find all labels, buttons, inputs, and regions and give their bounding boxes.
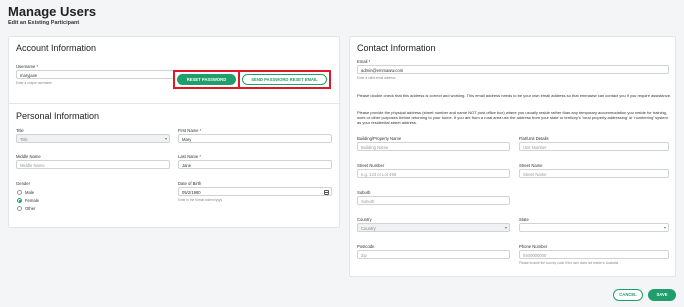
reset-password-button[interactable]: RESET PASSWORD xyxy=(177,74,236,85)
gender-option-label: Male xyxy=(25,190,35,195)
street-name-field[interactable]: Street Name xyxy=(519,169,669,178)
last-name-field[interactable]: Jane xyxy=(178,160,332,169)
gender-option-female[interactable]: Female xyxy=(17,198,39,203)
phone-hint: Please include the country code if the u… xyxy=(519,261,619,265)
address-notice-text: Please provide the physical address (str… xyxy=(357,110,668,126)
dob-hint: Enter in the format dd/mm/yyyy xyxy=(178,198,223,202)
title-select-value: Title xyxy=(20,137,28,142)
country-label: Country xyxy=(357,217,372,222)
dob-value: 05/2/1980 xyxy=(182,190,201,195)
state-select[interactable]: ▾ xyxy=(519,223,669,232)
street-number-field[interactable]: e.g. 123 or Lot 456 xyxy=(357,169,510,178)
gender-option-other[interactable]: Other xyxy=(17,206,35,211)
first-name-label: First Name * xyxy=(178,128,202,133)
contact-info-heading: Contact Information xyxy=(357,43,436,53)
country-select-value: Country xyxy=(361,226,376,231)
calendar-icon[interactable] xyxy=(324,189,329,195)
email-label: Email * xyxy=(357,59,371,64)
dob-label: Date of Birth xyxy=(178,181,202,186)
email-field[interactable]: admin@emmaww.com xyxy=(357,65,669,74)
title-select[interactable]: Title ▾ xyxy=(16,134,170,143)
flat-field[interactable]: Unit Number xyxy=(519,142,669,151)
middle-name-label: Middle Name xyxy=(16,154,41,159)
dob-field[interactable]: 05/2/1980 xyxy=(178,187,332,196)
page-subtitle: Edit an Existing Participant xyxy=(8,20,80,26)
gender-option-label: Other xyxy=(25,206,36,211)
save-button[interactable]: SAVE xyxy=(648,289,676,301)
gender-option-label: Female xyxy=(25,198,39,203)
postcode-field[interactable]: Zip xyxy=(357,250,510,259)
account-personal-card: Account Information Username * maryjane … xyxy=(8,36,341,228)
last-name-label: Last Name * xyxy=(178,154,202,159)
section-divider xyxy=(9,103,341,104)
radio-button[interactable] xyxy=(17,190,22,195)
cancel-button[interactable]: CANCEL xyxy=(613,289,643,301)
suburb-label: Suburb xyxy=(357,190,371,195)
street-name-label: Street Name xyxy=(519,163,543,168)
gender-label: Gender xyxy=(16,181,30,186)
street-number-label: Street Number xyxy=(357,163,385,168)
postcode-label: Postcode xyxy=(357,244,375,249)
flat-label: Flat/Unit Details xyxy=(519,136,549,141)
building-field[interactable]: Building Name xyxy=(357,142,510,151)
first-name-field[interactable]: Mary xyxy=(178,134,332,143)
country-select[interactable]: Country ▾ xyxy=(357,223,510,232)
personal-info-heading: Personal Information xyxy=(16,111,100,121)
chevron-down-icon: ▾ xyxy=(663,225,666,230)
username-hint: Enter a unique username xyxy=(16,81,52,85)
contact-card: Contact Information Email * admin@emmaww… xyxy=(349,36,676,277)
email-notice-text: Please double check that this address is… xyxy=(357,93,672,98)
radio-button[interactable] xyxy=(17,206,22,211)
building-label: Building/Property Name xyxy=(357,136,402,141)
radio-button-selected[interactable] xyxy=(17,198,22,203)
phone-label: Phone Number xyxy=(519,244,548,249)
suburb-field[interactable]: Suburb xyxy=(357,196,510,205)
send-password-reset-email-button[interactable]: SEND PASSWORD RESET EMAIL xyxy=(242,74,327,85)
phone-field[interactable]: 0400000000 xyxy=(519,250,669,259)
state-label: State xyxy=(519,217,529,222)
title-label: Title xyxy=(16,128,24,133)
page-title: Manage Users xyxy=(8,4,97,19)
username-field[interactable]: maryjane xyxy=(16,70,174,79)
account-info-heading: Account Information xyxy=(16,43,97,53)
chevron-down-icon: ▾ xyxy=(164,136,167,141)
chevron-down-icon: ▾ xyxy=(504,225,507,230)
email-hint: Enter a valid email address xyxy=(357,76,396,80)
username-label: Username * xyxy=(16,64,39,69)
middle-name-field[interactable]: Middle Name xyxy=(16,160,170,169)
gender-option-male[interactable]: Male xyxy=(17,190,34,195)
